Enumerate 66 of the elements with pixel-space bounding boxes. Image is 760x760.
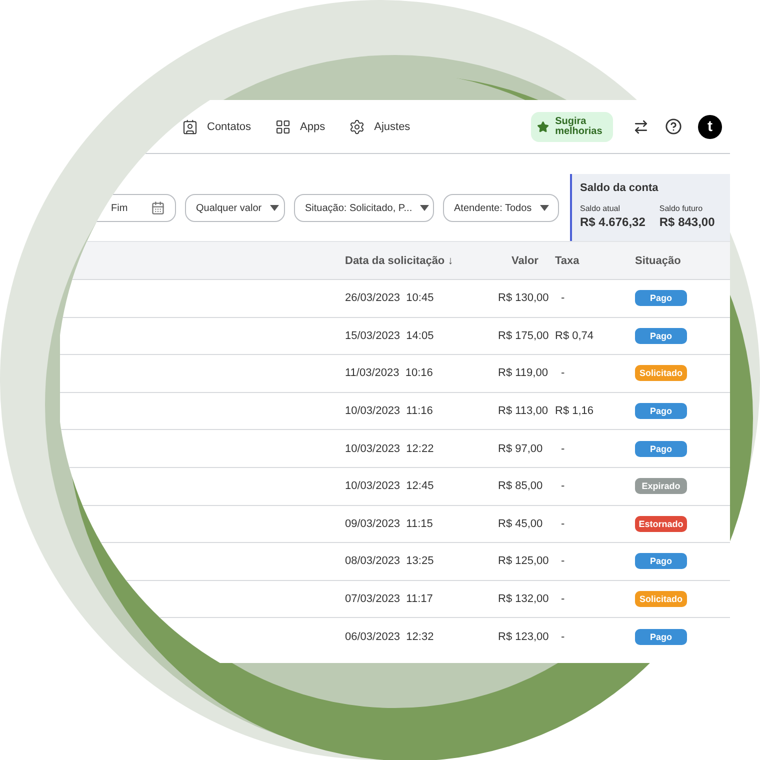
calendar-icon [151, 201, 165, 215]
status-badge: Pago [635, 403, 687, 420]
balance-label: Saldo atual [580, 204, 622, 213]
table-cell-text: R$ 0,74 [555, 330, 595, 342]
status-badge: Pago [635, 553, 687, 570]
table-cell-text: R$ 123,00 [497, 630, 550, 643]
balance-title: Saldo da conta [580, 182, 660, 194]
status-badge: Pago [635, 440, 687, 457]
filter-dropdown[interactable]: Qualquer valor [185, 194, 285, 222]
table-cell-text: 07/03/2023 11:17 [345, 593, 434, 606]
swap-icon[interactable] [633, 118, 649, 134]
column-header[interactable]: Data da solicitação ↓ [345, 254, 454, 266]
nav-link[interactable]: Ajustes [349, 118, 410, 134]
table-cell-text: R$ 45,00 [497, 518, 544, 530]
table-cell-text: 08/03/2023 13:25 [345, 555, 435, 568]
avatar[interactable]: t [698, 114, 722, 138]
table-cell-text: R$ 113,00 [497, 405, 549, 418]
status-badge: Solicitado [635, 591, 687, 608]
caret-icon [540, 205, 549, 211]
table-cell-text: R$ 125,00 [497, 555, 550, 568]
status-badge: Pago [635, 328, 687, 344]
table-cell-text: - [560, 593, 566, 606]
status-badge: Estornado [635, 516, 687, 532]
table-cell-text: 10/03/2023 11:16 [345, 405, 434, 418]
balance-value: R$ 843,00 [659, 215, 715, 229]
table-cell-text: R$ 130,00 [497, 292, 550, 304]
table-cell-text: 11/03/2023 10:16 [345, 367, 434, 380]
table-cell-text: 10/03/2023 12:22 [345, 442, 435, 455]
balance-label: Saldo futuro [659, 204, 704, 213]
table-cell-text: R$ 119,00 [497, 367, 549, 380]
contact-card-icon [182, 118, 198, 134]
nav-link[interactable]: Contatos [182, 118, 252, 134]
grid-icon [275, 118, 292, 134]
table-cell-text: R$ 132,00 [497, 593, 550, 606]
caret-icon [270, 205, 279, 211]
table-cell-text: - [560, 292, 566, 304]
status-badge: Expirado [635, 478, 687, 494]
table-cell-text: - [560, 518, 566, 530]
table-cell-text: 06/03/2023 12:32 [345, 630, 435, 643]
table-cell-text: R$ 1,16 [555, 405, 595, 418]
table-cell-text: - [560, 442, 566, 455]
column-header[interactable]: Valor [512, 254, 538, 266]
table-cell-text: R$ 175,00 [497, 330, 550, 342]
settings-icon [349, 118, 366, 134]
table-cell-text: R$ 85,00 [497, 480, 544, 492]
filter-dropdown[interactable]: Situação: Solicitado, P... [294, 194, 434, 222]
caret-icon [420, 205, 430, 211]
table-cell-text: - [560, 555, 566, 568]
table-cell-text: 09/03/2023 11:15 [345, 518, 434, 530]
help-icon[interactable] [665, 118, 682, 135]
status-badge: Solicitado [635, 365, 687, 382]
table-cell-text: - [560, 480, 566, 492]
table-cell-text: 26/03/2023 10:45 [345, 292, 435, 304]
status-badge: Pago [635, 628, 687, 645]
column-header[interactable]: Situação [635, 254, 681, 266]
table-cell-text: - [560, 630, 566, 643]
column-header[interactable]: Taxa [555, 254, 580, 266]
table-cell-text: R$ 97,00 [497, 442, 544, 455]
suggest-improvements-button[interactable]: Sugira melhorias [531, 112, 613, 142]
status-badge: Pago [635, 290, 687, 306]
table-cell-text: 10/03/2023 12:45 [345, 480, 435, 492]
table-cell-text: 15/03/2023 14:05 [345, 330, 435, 342]
nav-link[interactable]: Apps [275, 118, 326, 134]
balance-value: R$ 4.676,32 [580, 215, 646, 229]
filter-dropdown[interactable]: Atendente: Todos [443, 194, 559, 222]
table-cell-text: - [560, 367, 566, 380]
